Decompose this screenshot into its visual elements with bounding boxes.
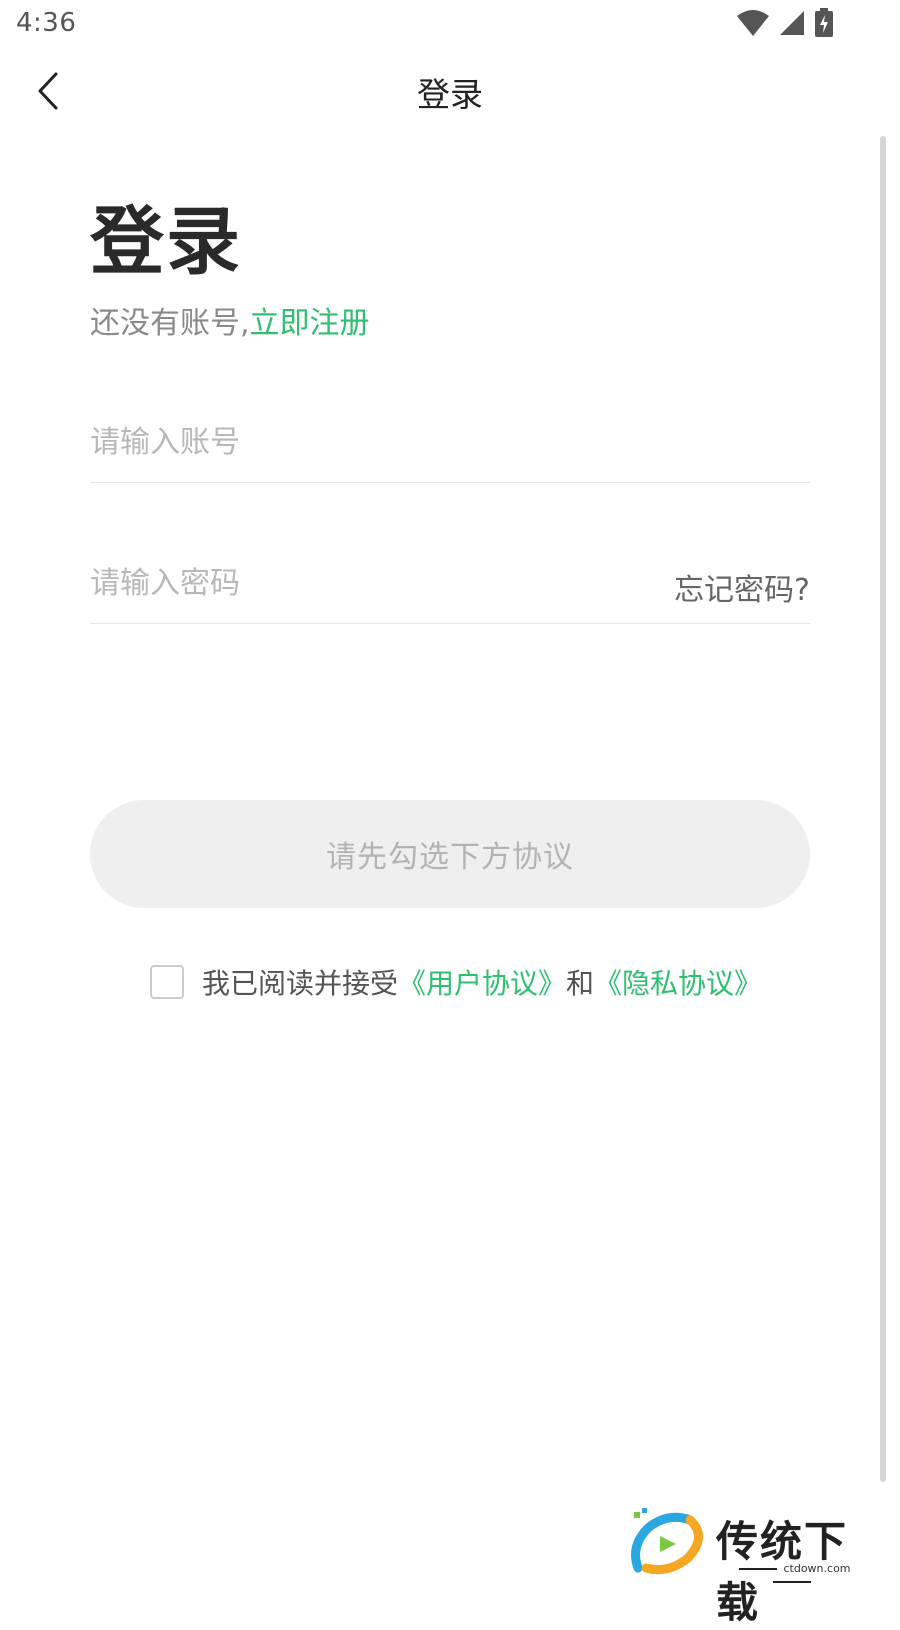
- register-link[interactable]: 立即注册: [250, 306, 370, 341]
- password-field: 忘记密码?: [90, 553, 810, 624]
- top-app-bar: 登录: [0, 48, 900, 138]
- account-field: [90, 412, 810, 483]
- scrollbar[interactable]: [880, 136, 886, 1482]
- wifi-icon: [737, 10, 769, 36]
- watermark-domain: ctdown.com: [712, 1562, 872, 1588]
- privacy-policy-link[interactable]: 《隐私协议》: [594, 962, 762, 1002]
- watermark-logo-icon: [631, 1508, 703, 1575]
- page-title: 登录: [417, 75, 483, 114]
- password-input[interactable]: [90, 553, 610, 613]
- signal-icon: [780, 11, 804, 35]
- forgot-password-link[interactable]: 忘记密码?: [674, 565, 810, 609]
- register-prefix: 还没有账号,: [90, 306, 250, 341]
- agreement-checkbox[interactable]: [150, 965, 184, 999]
- login-button[interactable]: 请先勾选下方协议: [90, 800, 810, 908]
- status-bar: 4:36: [0, 0, 900, 48]
- battery-charging-icon: [815, 8, 833, 37]
- user-agreement-link[interactable]: 《用户协议》: [398, 962, 566, 1002]
- agreement-conjunction: 和: [566, 967, 595, 1000]
- agreement-row: 我已阅读并接受 《用户协议》 和 《隐私协议》: [150, 962, 762, 1002]
- status-icons: [736, 8, 834, 38]
- status-time: 4:36: [16, 8, 77, 38]
- watermark: 传统下载 ctdown.com: [628, 1506, 878, 1627]
- register-row: 还没有账号,立即注册: [90, 298, 370, 342]
- login-heading: 登录: [90, 199, 242, 285]
- account-input[interactable]: [90, 412, 610, 472]
- agreement-prefix: 我已阅读并接受: [202, 967, 399, 1000]
